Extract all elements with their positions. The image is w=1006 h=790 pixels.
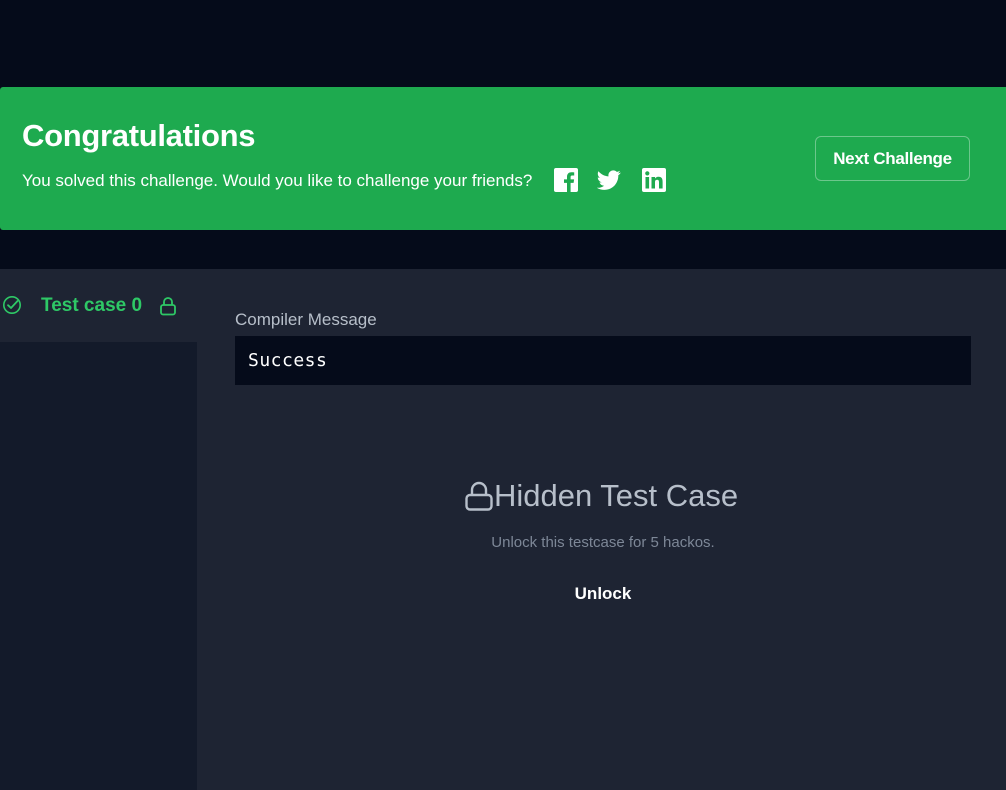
unlock-button[interactable]: Unlock [560,584,646,604]
page: Congratulations You solved this challeng… [0,0,1006,790]
hidden-test-case-subtitle: Unlock this testcase for 5 hackos. [491,534,715,551]
linkedin-icon[interactable] [642,168,666,192]
banner-title: Congratulations [22,118,256,153]
compiler-output-box: Success [235,336,971,385]
lock-icon [160,297,176,316]
hidden-test-case-title: Hidden Test Case [494,478,739,513]
twitter-icon[interactable] [597,168,621,192]
facebook-icon[interactable] [554,168,578,192]
banner-subtitle: You solved this challenge. Would you lik… [22,171,533,190]
compiler-output: Success [248,350,328,371]
check-circle-icon [3,296,21,314]
compiler-message-label: Compiler Message [235,310,377,329]
tab-label: Test case 0 [41,295,143,316]
testcase-sidebar [0,269,197,790]
hidden-lock-icon [465,481,493,511]
next-challenge-button[interactable]: Next Challenge [815,136,970,181]
